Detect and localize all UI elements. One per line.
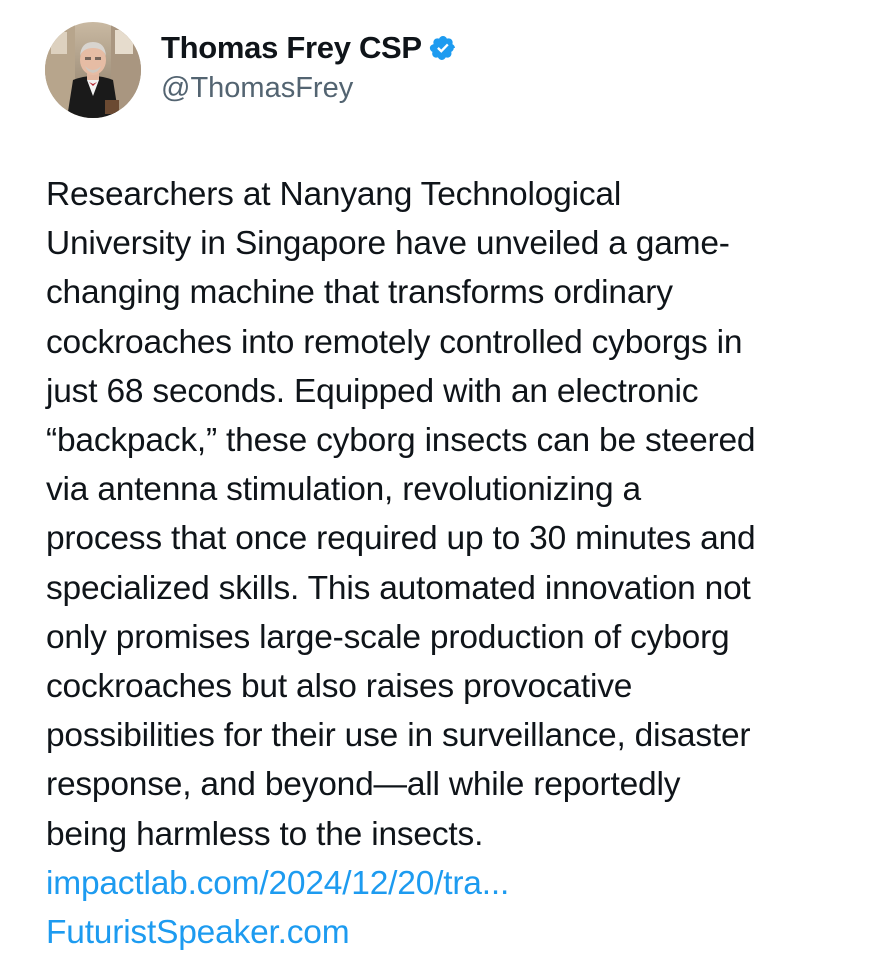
avatar-image (45, 22, 141, 118)
verified-badge-icon (429, 34, 457, 62)
tweet-card: Thomas Frey CSP @ThomasFrey Researchers … (0, 0, 892, 972)
tweet-header: Thomas Frey CSP @ThomasFrey (45, 22, 457, 118)
author-names: Thomas Frey CSP @ThomasFrey (161, 29, 457, 107)
author-handle[interactable]: @ThomasFrey (161, 69, 457, 107)
tweet-link-website[interactable]: FuturistSpeaker.com (46, 908, 350, 957)
author-name-row[interactable]: Thomas Frey CSP (161, 29, 457, 67)
tweet-link-article[interactable]: impactlab.com/2024/12/20/tra... (46, 859, 509, 908)
author-display-name[interactable]: Thomas Frey CSP (161, 29, 422, 67)
avatar[interactable] (45, 22, 141, 118)
tweet-text: Researchers at Nanyang Technological Uni… (46, 176, 756, 853)
